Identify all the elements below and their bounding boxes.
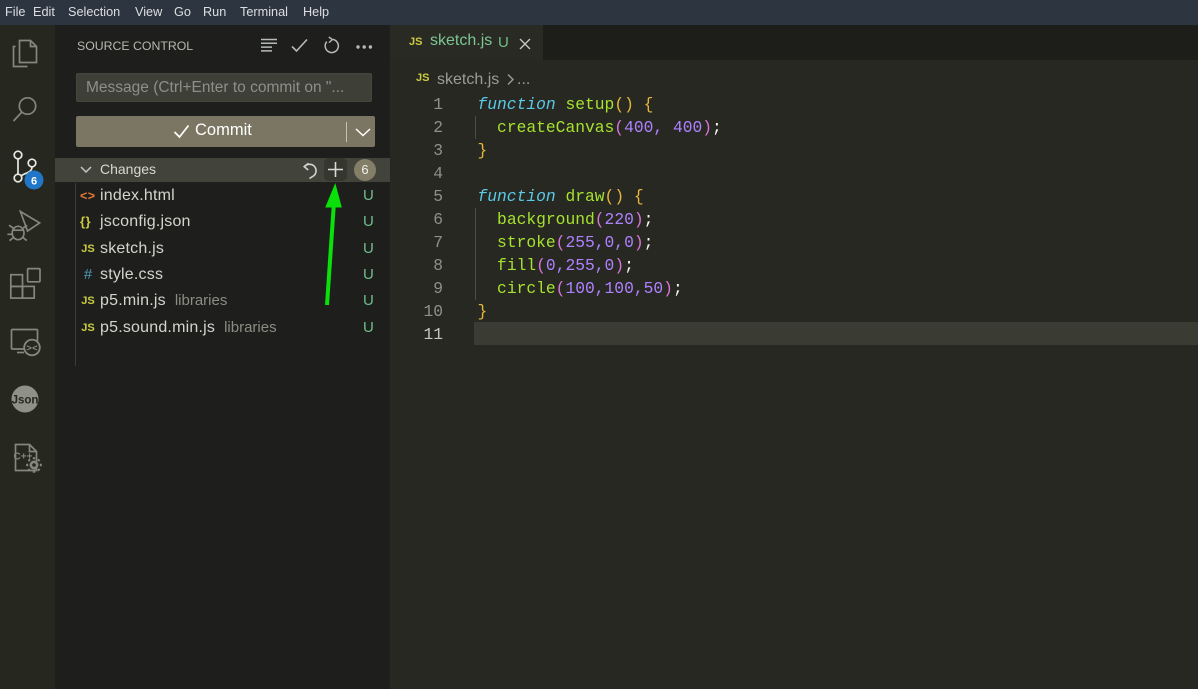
svg-text:><: >< xyxy=(26,343,38,354)
svg-text:6: 6 xyxy=(31,176,37,188)
svg-text:Json: Json xyxy=(12,395,39,407)
